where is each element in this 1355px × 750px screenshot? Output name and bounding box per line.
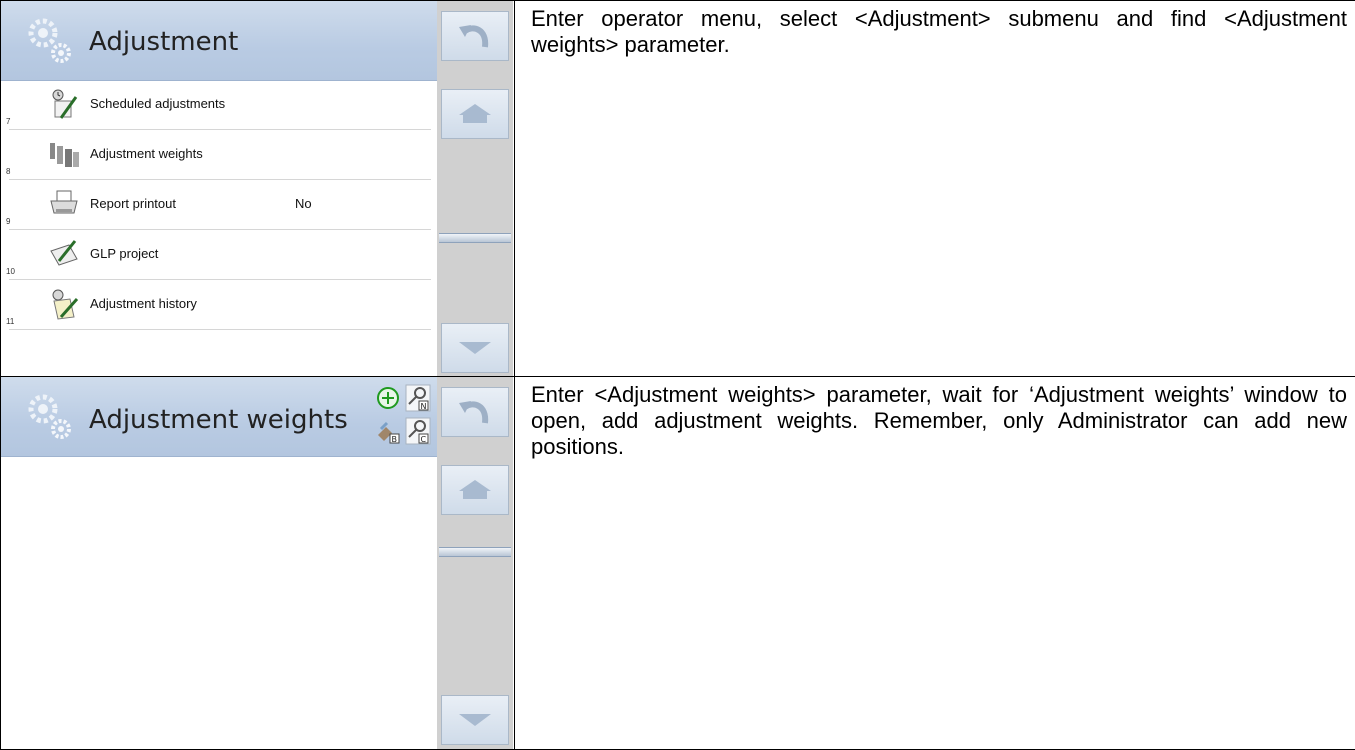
gears-icon bbox=[21, 387, 81, 447]
menu-item-adjustment-history[interactable]: 11 Adjustment history bbox=[9, 280, 431, 330]
undo-arrow-icon bbox=[455, 395, 495, 429]
filter-code-icon[interactable]: C bbox=[405, 417, 431, 445]
scroll-up-button[interactable] bbox=[441, 89, 509, 139]
scroll-up-button[interactable] bbox=[441, 465, 509, 515]
export-icon[interactable]: B bbox=[375, 417, 401, 445]
filter-name-icon[interactable]: N bbox=[405, 384, 431, 412]
weights-icon bbox=[47, 137, 81, 171]
menu-item-glp-project[interactable]: 10 GLP project bbox=[9, 230, 431, 280]
item-value: No bbox=[295, 196, 312, 211]
screen-title: Adjustment bbox=[89, 27, 238, 57]
menu-item-report-printout[interactable]: 9 Report printout No bbox=[9, 180, 431, 230]
device-screen-adjustment-weights: Adjustment weights N bbox=[1, 377, 513, 749]
scroll-sidebar bbox=[437, 377, 513, 749]
document-pen-icon bbox=[47, 237, 81, 271]
svg-text:C: C bbox=[421, 435, 427, 444]
device-screen-adjustment: Adjustment 7 Scheduled adjustments bbox=[1, 1, 513, 376]
item-number: 8 bbox=[6, 167, 10, 176]
screen-header: Adjustment bbox=[1, 1, 437, 81]
calendar-pen-icon bbox=[47, 87, 81, 121]
home-icon bbox=[455, 477, 495, 503]
menu-item-adjustment-weights[interactable]: 8 Adjustment weights bbox=[9, 130, 431, 180]
screen-header: Adjustment weights N bbox=[1, 377, 437, 457]
instruction-cell: Enter operator menu, select <Adjustment>… bbox=[515, 1, 1355, 377]
instruction-text: Enter operator menu, select <Adjustment>… bbox=[515, 1, 1355, 58]
svg-text:N: N bbox=[421, 402, 427, 411]
header-toolbar: N B C bbox=[375, 384, 433, 446]
scroll-sidebar bbox=[437, 1, 513, 376]
item-label: Report printout bbox=[90, 196, 176, 211]
item-label: Adjustment weights bbox=[90, 146, 203, 161]
home-icon bbox=[455, 101, 495, 127]
item-label: Adjustment history bbox=[90, 296, 197, 311]
instruction-table: Adjustment 7 Scheduled adjustments bbox=[0, 0, 1355, 750]
back-button[interactable] bbox=[441, 387, 509, 437]
gears-icon bbox=[21, 11, 81, 71]
instruction-cell: Enter <Adjustment weights> parameter, wa… bbox=[515, 377, 1355, 750]
chevron-down-icon bbox=[455, 710, 495, 730]
table-row: Adjustment weights N bbox=[1, 377, 1355, 750]
item-number: 10 bbox=[6, 267, 15, 276]
scroll-thumb[interactable] bbox=[439, 547, 511, 557]
item-number: 7 bbox=[6, 117, 10, 126]
menu-list: 7 Scheduled adjustments 8 bbox=[1, 80, 437, 330]
item-number: 11 bbox=[6, 317, 14, 326]
item-label: Scheduled adjustments bbox=[90, 96, 225, 111]
svg-text:B: B bbox=[392, 435, 398, 444]
history-icon bbox=[47, 287, 81, 321]
screenshot-cell: Adjustment weights N bbox=[1, 377, 515, 750]
item-number: 9 bbox=[6, 217, 10, 226]
printer-icon bbox=[47, 187, 81, 221]
chevron-down-icon bbox=[455, 338, 495, 358]
screenshot-cell: Adjustment 7 Scheduled adjustments bbox=[1, 1, 515, 377]
add-icon[interactable] bbox=[375, 384, 401, 412]
item-label: GLP project bbox=[90, 246, 158, 261]
back-button[interactable] bbox=[441, 11, 509, 61]
scroll-thumb[interactable] bbox=[439, 233, 511, 243]
scroll-down-button[interactable] bbox=[441, 323, 509, 373]
scroll-down-button[interactable] bbox=[441, 695, 509, 745]
instruction-text: Enter <Adjustment weights> parameter, wa… bbox=[515, 377, 1355, 460]
undo-arrow-icon bbox=[455, 19, 495, 53]
menu-item-scheduled-adjustments[interactable]: 7 Scheduled adjustments bbox=[9, 80, 431, 130]
table-row: Adjustment 7 Scheduled adjustments bbox=[1, 1, 1355, 377]
screen-title: Adjustment weights bbox=[89, 405, 348, 435]
